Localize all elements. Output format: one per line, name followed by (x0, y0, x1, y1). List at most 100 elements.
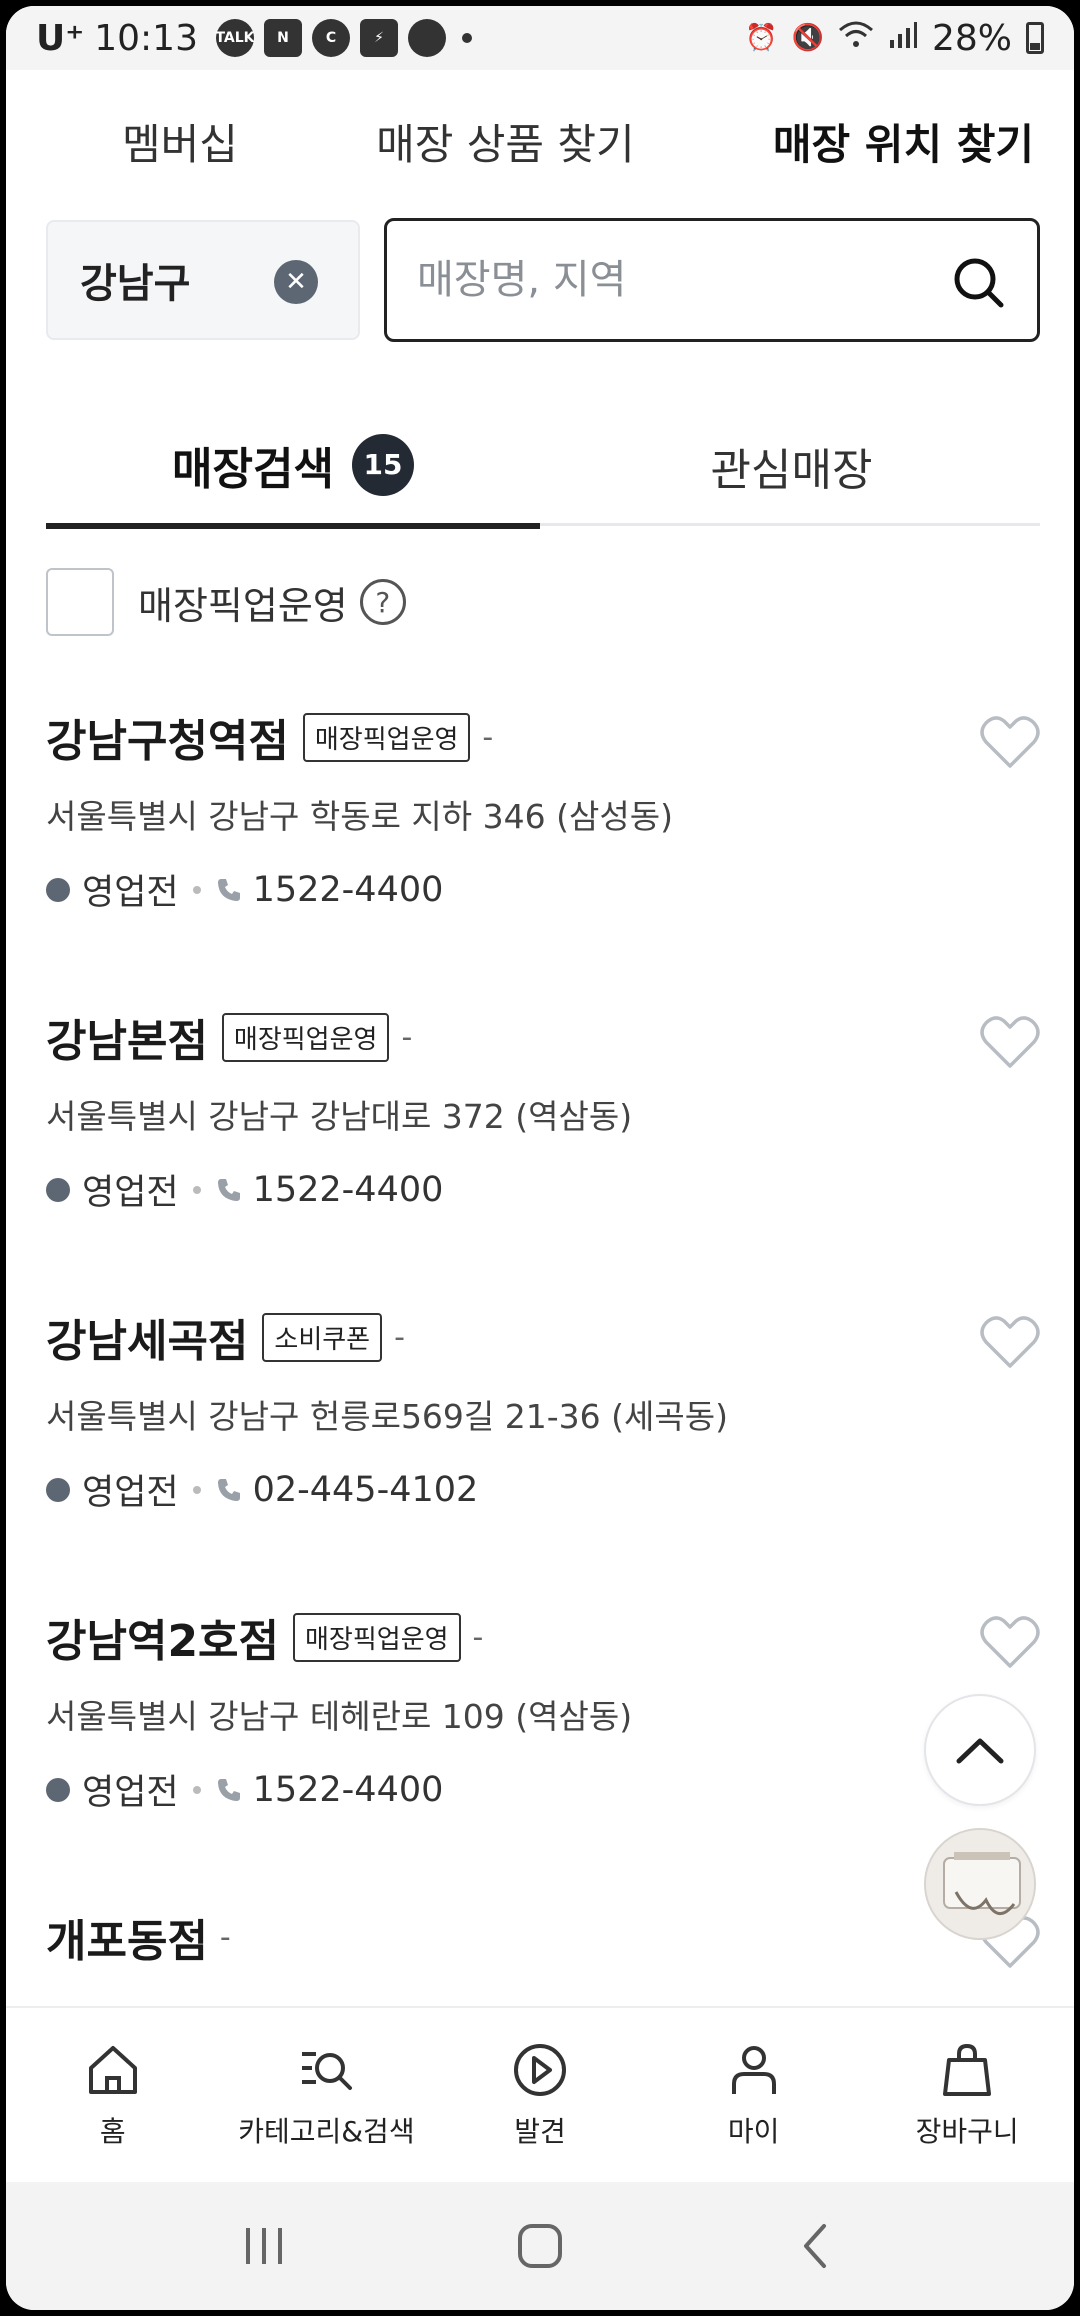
store-status: 영업전 (82, 873, 179, 913)
store-name: 강남본점 (46, 1016, 208, 1067)
store-dash: - (219, 1919, 231, 1955)
store-status: 영업전 (82, 1173, 179, 1213)
status-dot-icon (46, 877, 70, 902)
store-name: 강남세곡점 (46, 1316, 249, 1367)
shopping-bag-icon (943, 2043, 992, 2096)
recent-apps-icon[interactable] (236, 2218, 292, 2274)
store-dash: - (472, 1619, 484, 1655)
recent-product-thumbnail[interactable] (924, 1828, 1036, 1940)
store-status: 영업전 (82, 1773, 179, 1813)
scroll-to-top-button[interactable] (924, 1694, 1036, 1806)
tab-find-product[interactable]: 매장 상품 찾기 (376, 111, 635, 172)
store-status: 영업전 (82, 1473, 179, 1513)
status-dot-icon (46, 1477, 70, 1502)
store-phone[interactable]: 02-445-4102 (253, 1470, 479, 1510)
store-tag: 매장픽업운영 (221, 1012, 390, 1062)
store-phone[interactable]: 1522-4400 (253, 1770, 444, 1810)
favorite-heart-icon[interactable] (980, 1014, 1040, 1070)
nav-category-search[interactable]: 카테고리&검색 (220, 2008, 434, 2182)
favorite-heart-icon[interactable] (980, 714, 1040, 770)
nav-discover[interactable]: 발견 (433, 2008, 647, 2182)
tab-store-search-label: 매장검색 (172, 443, 334, 495)
nav-cart[interactable]: 장바구니 (860, 2008, 1074, 2182)
store-name: 강남역2호점 (46, 1616, 280, 1667)
store-meta: 영업전 1522-4400 (46, 1164, 443, 1215)
battery-percent: 28% (931, 17, 1012, 59)
status-dot-icon (46, 1177, 70, 1202)
talk-icon: TALK (215, 19, 255, 57)
status-dot-icon (46, 1777, 70, 1802)
store-item[interactable]: 강남본점 매장픽업운영 - 서울특별시 강남구 강남대로 372 (역삼동) 영… (46, 1002, 1040, 1242)
nav-my[interactable]: 마이 (647, 2008, 861, 2182)
status-time: 10:13 (94, 17, 198, 59)
phone-icon (217, 878, 240, 901)
nav-discover-label: 발견 (514, 2115, 566, 2148)
nav-my-label: 마이 (727, 2115, 780, 2148)
store-search-input[interactable] (417, 257, 937, 303)
store-name: 강남구청역점 (46, 716, 289, 767)
region-selector[interactable]: 강남구 ✕ (46, 220, 360, 340)
tab-favorite-stores-label: 관심매장 (710, 445, 873, 496)
search-icon[interactable] (951, 255, 1005, 309)
store-name-row: 강남역2호점 매장픽업운영 - (46, 1602, 483, 1672)
store-tag: 소비쿠폰 (262, 1312, 383, 1362)
store-item[interactable]: 강남세곡점 소비쿠폰 - 서울특별시 강남구 헌릉로569길 21-36 (세곡… (46, 1302, 1040, 1542)
store-tabs: 매장검색 15 관심매장 (46, 406, 1040, 529)
signal-icon (888, 20, 918, 57)
favorite-heart-icon[interactable] (980, 1314, 1040, 1370)
separator-dot (192, 885, 201, 894)
back-icon[interactable] (788, 2218, 844, 2274)
store-item[interactable]: 강남역2호점 매장픽업운영 - 서울특별시 강남구 테헤란로 109 (역삼동)… (46, 1602, 1040, 1842)
carrier-label: U⁺ (36, 17, 85, 59)
pickup-filter-label: 매장픽업운영 (138, 583, 348, 628)
phone-icon (217, 1178, 240, 1201)
store-tag: 매장픽업운영 (293, 1612, 461, 1662)
store-dash: - (401, 1019, 413, 1055)
store-meta: 영업전 1522-4400 (46, 1764, 443, 1815)
separator-dot (192, 1185, 201, 1194)
nav-category-search-label: 카테고리&검색 (238, 2115, 415, 2148)
store-name-row: 강남구청역점 매장픽업운영 - (46, 702, 493, 772)
chevron-up-icon (956, 1738, 1004, 1764)
home-icon (88, 2046, 137, 2094)
store-meta: 영업전 02-445-4102 (46, 1464, 478, 1515)
top-tabs: 멤버십 매장 상품 찾기 매장 위치 찾기 (6, 98, 1074, 184)
tab-favorite-stores[interactable]: 관심매장 (543, 406, 1040, 526)
favorite-heart-icon[interactable] (980, 1614, 1040, 1670)
play-circle-icon (513, 2044, 566, 2096)
help-icon[interactable]: ? (359, 579, 406, 625)
pickup-checkbox[interactable] (46, 568, 114, 636)
store-search-box (384, 218, 1040, 342)
status-bar: U⁺ 10:13 TALK N C ⚡ ⏰ 🔇 28% (6, 6, 1074, 70)
tab-store-search[interactable]: 매장검색 15 (46, 406, 540, 529)
home-button-icon[interactable] (512, 2218, 568, 2274)
store-phone[interactable]: 1522-4400 (253, 870, 444, 910)
store-address: 서울특별시 강남구 헌릉로569길 21-36 (세곡동) (46, 1397, 728, 1436)
store-item[interactable]: 강남구청역점 매장픽업운영 - 서울특별시 강남구 학동로 지하 346 (삼성… (46, 702, 1040, 942)
system-navigation (6, 2182, 1074, 2310)
store-meta: 영업전 1522-4400 (46, 864, 443, 915)
nav-home-label: 홈 (99, 2115, 126, 2148)
result-count-badge: 15 (351, 433, 414, 496)
c-icon: C (311, 19, 350, 57)
store-name-row: 강남본점 매장픽업운영 - (46, 1002, 412, 1072)
phone-icon (217, 1778, 240, 1801)
clear-region-button[interactable]: ✕ (274, 260, 318, 304)
bottom-navigation: 홈 카테고리&검색 발견 마이 장바구니 (6, 2006, 1074, 2182)
store-phone[interactable]: 1522-4400 (253, 1170, 444, 1210)
store-address: 서울특별시 강남구 테헤란로 109 (역삼동) (46, 1697, 633, 1736)
store-name: 개포동점 (46, 1916, 208, 1967)
region-label: 강남구 (80, 261, 191, 307)
store-name-row: 강남세곡점 소비쿠폰 - (46, 1302, 405, 1372)
tab-find-location[interactable]: 매장 위치 찾기 (773, 111, 1034, 172)
separator-dot (192, 1485, 201, 1494)
n-icon: N (263, 19, 302, 57)
store-tag: 매장픽업운영 (302, 712, 471, 762)
nav-home[interactable]: 홈 (6, 2008, 220, 2182)
store-item[interactable]: 개포동점 - (46, 1902, 1040, 2006)
phone-icon (217, 1478, 240, 1501)
pickup-filter: 매장픽업운영 ? (46, 568, 406, 636)
tab-membership[interactable]: 멤버십 (122, 111, 238, 172)
nav-cart-label: 장바구니 (915, 2115, 1019, 2148)
user-icon (731, 2046, 776, 2094)
